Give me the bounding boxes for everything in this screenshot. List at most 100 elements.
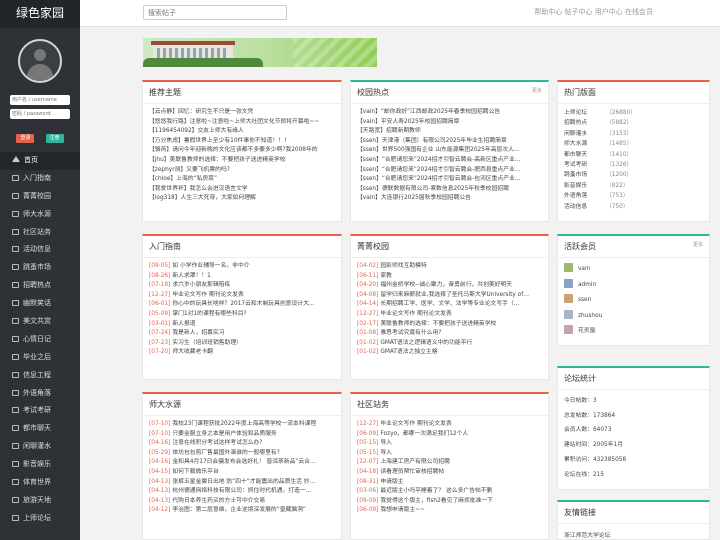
item-title[interactable]: 我想申请版主~~ <box>380 507 425 513</box>
list-item[interactable]: [03-01] 新人报道 <box>149 320 335 330</box>
list-item[interactable]: 【vain】平安人寿2025年校园招聘简章 <box>357 118 542 128</box>
item-title[interactable]: 长期招聘工学、医学、文学、法学等专业论文写手（… <box>380 301 519 307</box>
list-item[interactable]: [05-29] 体坊包包剪厂售最国外演谁的一般哪里有? <box>149 449 335 459</box>
login-button[interactable]: 登录 <box>16 134 35 143</box>
list-item[interactable]: 【chloe】上海的“私房菜” <box>149 175 335 185</box>
item-title[interactable]: 导入 <box>380 450 392 456</box>
item-title[interactable]: 杭州德通网络科技有限公司：抓住时代机遇，打造一… <box>172 488 311 494</box>
list-item[interactable]: [03-06] 最近版主小吗平睡着了？ 这么多广告帖不删 <box>357 487 542 497</box>
sidebar-item[interactable]: 美文共赏 <box>0 313 80 331</box>
list-item[interactable]: [07-24] 我是新人，招募实习 <box>149 329 335 339</box>
item-title[interactable]: 雅思考试究竟有什么用? <box>380 330 441 336</box>
list-item[interactable]: [04-13] 张裤五星金翼日出地 防“四十”才能震出的品质生活 抄… <box>149 478 335 488</box>
member-item[interactable]: vain <box>564 262 703 278</box>
item-title[interactable]: 毕业论文写作 期刊论文发表 <box>380 311 451 317</box>
item-title[interactable]: 实习生（培训班销售助理） <box>172 340 242 346</box>
sidebar-item[interactable]: 旅游天地 <box>0 492 80 510</box>
board-name[interactable]: 都市聊天 <box>564 150 606 160</box>
item-title[interactable]: 掌门1对1的课程有哪些科目? <box>172 311 246 317</box>
sidebar-item[interactable]: 考试考研 <box>0 402 80 420</box>
item-title[interactable]: 体坊包包剪厂售最国外演谁的一般哪里有? <box>172 450 279 456</box>
item-title[interactable]: 新人求罩！！1 <box>172 273 210 279</box>
list-item[interactable]: [06-09] Fozyo，都哪一次满足我们12个人 <box>357 430 542 440</box>
board-item[interactable]: 活动信息 （750） <box>564 202 703 212</box>
item-title[interactable]: 只要金服立身之本是用户体验和品质服务 <box>172 431 276 437</box>
item-title[interactable]: 福州金桥学校--诚心聚力，奋勇前行，共创美好明天 <box>380 282 512 288</box>
list-item[interactable]: [01-02] GMAT语法之独立主格 <box>357 348 542 358</box>
member-name[interactable]: zhushou <box>578 313 602 319</box>
board-name[interactable]: 招聘热点 <box>564 118 606 128</box>
list-item[interactable]: [04-13] 代购日本养生药买的方士可中介交易 <box>149 497 335 507</box>
site-logo[interactable]: 绿色家园 <box>0 0 80 28</box>
list-item[interactable]: 【log318】人生三大死穿，大家如何理解 <box>149 194 335 204</box>
search-input[interactable] <box>143 5 287 20</box>
list-item[interactable]: 【zephyr测】又要飞机票的吗? <box>149 166 335 176</box>
list-item[interactable]: 【vain】“邮你政好”江西邮政2025年春季校园招聘公告 <box>357 108 542 118</box>
sidebar-item[interactable]: 幽默笑话 <box>0 295 80 313</box>
list-item[interactable]: [04-14] 长期招聘工学、医学、文学、法学等专业论文写手（… <box>357 300 542 310</box>
item-title[interactable]: 师大收藏老卡翻 <box>172 349 213 355</box>
friend-link[interactable]: 浙江师范大学论坛 <box>558 524 709 540</box>
item-title[interactable]: 家教 <box>380 273 392 279</box>
board-item[interactable]: 影音娱乐 （822） <box>564 181 703 191</box>
list-item[interactable]: 【骆芮】请问今年迎新晚的文化应该都不多要多少啊?我2008年的 <box>149 146 335 156</box>
list-item[interactable]: [01-02] GMAT语法之逻辑语义中的功能平行 <box>357 339 542 349</box>
board-name[interactable]: 活动信息 <box>564 202 606 212</box>
sidebar-item[interactable]: 首页 <box>0 152 80 170</box>
username-field[interactable] <box>10 95 70 105</box>
item-title[interactable]: 注意在线积分考试这样考试怎么办? <box>172 440 262 446</box>
list-item[interactable]: [12-07] 上海建工房产有限公司招聘 <box>357 458 542 468</box>
item-title[interactable]: 求六岁小朋友那辑陪练 <box>172 282 230 288</box>
item-title[interactable]: GMAT语法之独立主格 <box>380 349 437 355</box>
list-item[interactable]: [04-20] 福州金桥学校--诚心聚力，奋勇前行，共创美好明天 <box>357 281 542 291</box>
sidebar-item[interactable]: 入门指南 <box>0 170 80 188</box>
sidebar-item[interactable]: 体育世界 <box>0 474 80 492</box>
list-item[interactable]: [06-11] 家教 <box>357 272 542 282</box>
list-item[interactable]: 【云点静】回忆：研究生不只是一张文凭 <box>149 108 335 118</box>
list-item[interactable]: [12-27] 毕业论文写作 期刊论文发表 <box>357 310 542 320</box>
item-title[interactable]: 毕业论文写作 期刊论文发表 <box>172 292 243 298</box>
item-title[interactable]: 如何下载微乐平台 <box>172 469 218 475</box>
list-item[interactable]: 【ssen】“合肥请您来”2024招才引智云聘会-高新区重点产业… <box>357 156 542 166</box>
member-item[interactable]: 花灵凰 <box>564 324 703 340</box>
list-item[interactable]: [08-26] 新人求罩！！1 <box>149 272 335 282</box>
list-item[interactable]: [07-20] 师大收藏老卡翻 <box>149 348 335 358</box>
board-name[interactable]: 跳蚤市场 <box>564 170 606 180</box>
register-button[interactable]: 注册 <box>45 134 64 143</box>
board-name[interactable]: 上师论坛 <box>564 108 606 118</box>
sidebar-item[interactable]: 影音娱乐 <box>0 456 80 474</box>
item-title[interactable]: 李治图：第二层意维，企业逆境深发展的“皇藏脑洞” <box>172 507 306 513</box>
list-item[interactable]: [04-18] 读看理员帮忙审核招聘帖 <box>357 468 542 478</box>
item-title[interactable]: 如 小学作业辅导一名，非中介 <box>172 263 249 269</box>
list-item[interactable]: 【ssen】天津港（集团）有限公司2025年毕业生招聘简章 <box>357 137 542 147</box>
member-name[interactable]: ssen <box>578 297 591 303</box>
sidebar-item[interactable]: 活动信息 <box>0 241 80 259</box>
list-item[interactable]: [02-17] 美联鲁教师的选择：不要把孩子送进精英学校 <box>357 320 542 330</box>
board-item[interactable]: 外语角落 （753） <box>564 191 703 201</box>
list-item[interactable]: [04-15] 如何下载微乐平台 <box>149 468 335 478</box>
sidebar-item[interactable]: 毕业之后 <box>0 349 80 367</box>
sidebar-item[interactable]: 都市聊天 <box>0 420 80 438</box>
list-item[interactable]: [05-15] 导入 <box>357 449 542 459</box>
board-name[interactable]: 影音娱乐 <box>564 181 606 191</box>
item-title[interactable]: 新人报道 <box>172 321 195 327</box>
sidebar-item[interactable]: 上师论坛 <box>0 510 80 528</box>
sidebar-item[interactable]: 跳蚤市场 <box>0 259 80 277</box>
item-title[interactable]: 毕业论文写作 期刊论文发表 <box>380 421 451 427</box>
item-title[interactable]: 我是新人，招募实习 <box>172 330 224 336</box>
sidebar-item[interactable]: 师大水源 <box>0 206 80 224</box>
sidebar-item[interactable]: 外语角落 <box>0 385 80 403</box>
list-item[interactable]: 【我爱世界杯】我怎么会进汉语言文学 <box>149 185 335 195</box>
item-title[interactable]: 你心中的玩具长啥样？2017云和木制玩具创意设计大… <box>172 301 314 307</box>
board-name[interactable]: 考试考研 <box>564 160 606 170</box>
board-name[interactable]: 外语角落 <box>564 191 606 201</box>
list-item[interactable]: [07-23] 实习生（培训班销售助理） <box>149 339 335 349</box>
board-item[interactable]: 招聘热点 （5882） <box>564 118 703 128</box>
list-item[interactable]: [06-01] 你心中的玩具长啥样？2017云和木制玩具创意设计大… <box>149 300 335 310</box>
sidebar-item[interactable]: 社区站务 <box>0 224 80 242</box>
sidebar-item[interactable]: 菁菁校园 <box>0 188 80 206</box>
list-item[interactable]: [04-12] 李治图：第二层意维，企业逆境深发展的“皇藏脑洞” <box>149 506 335 516</box>
list-item[interactable]: 【jhu】美联鲁教师的选择：不要把孩子送进精英学校 <box>149 156 335 166</box>
board-item[interactable]: 跳蚤市场 （1200） <box>564 170 703 180</box>
list-item[interactable]: [04-02] 园影师找互助模特 <box>357 262 542 272</box>
